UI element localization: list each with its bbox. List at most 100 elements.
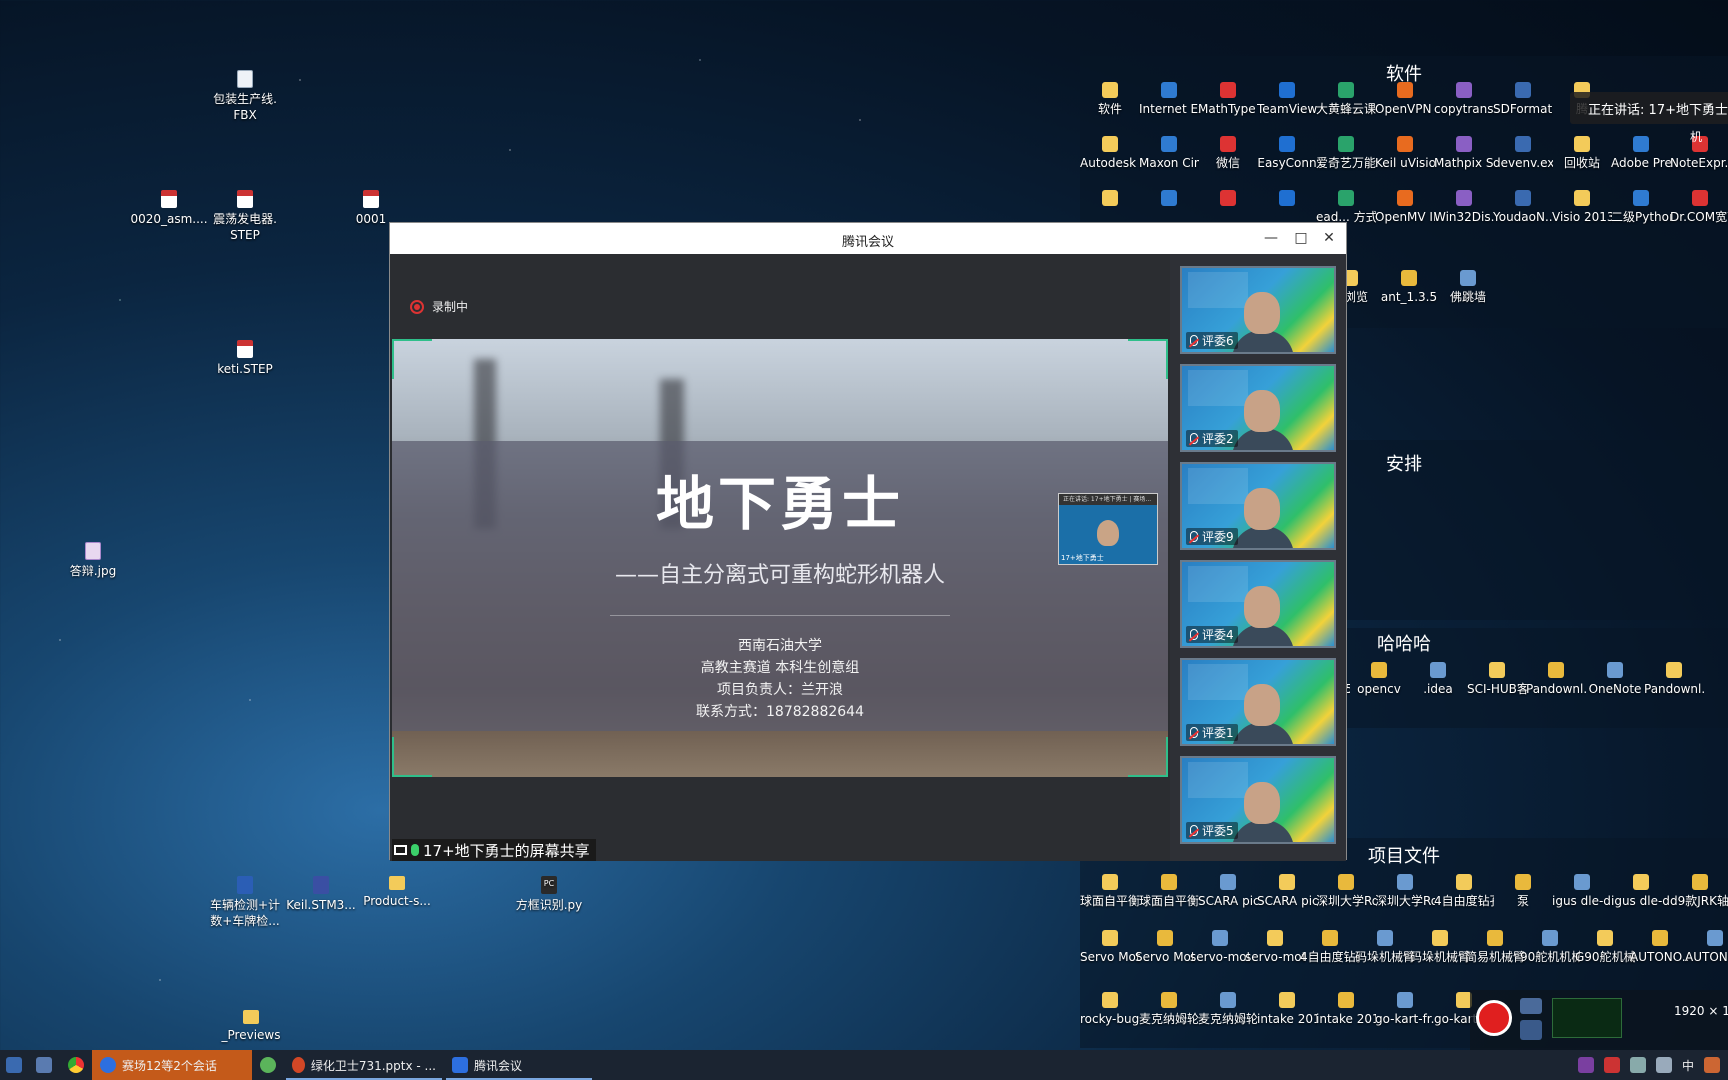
minimize-button[interactable]: — <box>1258 227 1284 249</box>
fence-icon[interactable]: AUTONO... ROBOT R... <box>1685 930 1728 965</box>
fence-icon[interactable]: Autodesk 桌面应用程序 <box>1080 136 1140 171</box>
fence-icon[interactable]: 简易机械臂结构3... <box>1465 930 1525 965</box>
fence-icon[interactable]: 软件 <box>1080 82 1140 117</box>
fence-icon[interactable] <box>1198 190 1258 209</box>
fence-icon[interactable]: 深圳大学RobotPilo... <box>1316 874 1376 909</box>
camera-icon[interactable] <box>1520 998 1542 1014</box>
fence-icon[interactable]: servo-mot... <box>1190 930 1250 965</box>
fence-icon[interactable]: 爱奇艺万能联播 <box>1316 136 1376 171</box>
fence-icon[interactable]: ant_1.3.5 <box>1379 270 1439 305</box>
desktop-icon-fbx[interactable]: 包装生产线. FBX <box>202 70 288 123</box>
fence-icon[interactable]: 深圳大学RobotPilo... <box>1375 874 1435 909</box>
fence-icon[interactable]: SDFormat... <box>1493 82 1553 117</box>
taskbar-item-powerpoint[interactable]: 绿化卫士731.pptx - ... <box>284 1050 444 1080</box>
fence-icon[interactable]: igus dle-dig 5kg三角机... <box>1552 874 1612 909</box>
fence-icon[interactable]: 球面自平衡机械人3D图... <box>1139 874 1199 909</box>
fence-icon[interactable]: 微信 <box>1198 136 1258 171</box>
fence-icon[interactable]: TeamViewer <box>1257 82 1317 117</box>
fence-icon[interactable]: rocky-bug UGV机器... <box>1080 992 1140 1027</box>
fence-icon[interactable]: 4自由度钻孔圆柱坐标机... <box>1434 874 1494 909</box>
taskbar-app[interactable] <box>28 1050 60 1080</box>
fence-icon[interactable]: 麦克纳姆轮动机构3D... <box>1198 992 1258 1027</box>
desktop-icon-keil[interactable]: Keil.STM3... <box>278 876 364 913</box>
fence-icon[interactable]: 大黄蜂云课堂播放器 <box>1316 82 1376 117</box>
fence-icon[interactable]: Mathpix Snippi... <box>1434 136 1494 171</box>
fence-icon[interactable]: Keil uVision5 <box>1375 136 1435 171</box>
fence-icon[interactable]: AUTONO... ROBOT R... <box>1630 930 1690 965</box>
participant-tile[interactable]: 评委4 <box>1180 560 1336 648</box>
fence-icon[interactable]: intake 2018 frc底盘脚... <box>1257 992 1317 1027</box>
desktop-icon-folder[interactable]: Product-s... <box>354 876 440 909</box>
fence-icon[interactable]: YoudaoN... <box>1493 190 1553 225</box>
fence-icon[interactable]: 90舵机机械臂结构3... <box>1520 930 1580 965</box>
fence-icon[interactable]: 码垛机械臂易结构3D... <box>1410 930 1470 965</box>
fence-icon[interactable]: Visio 2013 <box>1552 190 1612 225</box>
desktop-icon-step[interactable]: keti.STEP <box>202 340 288 377</box>
fence-icon[interactable]: 4自由度钻孔圆柱坐标机... <box>1300 930 1360 965</box>
fence-icon[interactable]: MathType - 快捷方式 <box>1198 82 1258 117</box>
fence-icon[interactable]: G90舵机械臂结构3... <box>1575 930 1635 965</box>
fence-icon[interactable]: opencv <box>1349 662 1409 697</box>
participant-tile[interactable]: 评委1 <box>1180 658 1336 746</box>
fence-icon[interactable]: copytransl... <box>1434 82 1494 117</box>
desktop-icon-step[interactable]: 0020_asm.... <box>126 190 212 227</box>
participant-tile[interactable]: 评委2 <box>1180 364 1336 452</box>
onenote-icon[interactable] <box>1577 1057 1594 1073</box>
fence-icon[interactable]: 回收站 <box>1552 136 1612 171</box>
fence-icon[interactable]: Pandownl... 稳定版8.1 <box>1526 662 1586 697</box>
maximize-button[interactable]: □ <box>1288 227 1314 249</box>
fence-icon[interactable]: servo-mot... <box>1245 930 1305 965</box>
desktop-icon-py[interactable]: PC 方框识别.py <box>506 876 592 913</box>
fence-icon[interactable]: 二级Python语言程序设... <box>1611 190 1671 225</box>
fence-icon[interactable]: Internet Explorer <box>1139 82 1199 117</box>
fence-icon[interactable]: Servo Motor舵... <box>1080 930 1140 965</box>
taskbar-chrome[interactable] <box>60 1050 92 1080</box>
desktop-icon-image[interactable]: 答辩.jpg <box>50 542 136 579</box>
fence-icon[interactable]: OneNote <box>1585 662 1645 697</box>
fence-icon[interactable]: 球面自平衡机械人3D图... <box>1080 874 1140 909</box>
fence-icon[interactable]: Win32Dis... <box>1434 190 1494 225</box>
fence-icon[interactable]: OpenVPN 2.3.4 <box>1375 82 1435 117</box>
taskbar-item-meeting-sessions[interactable]: 赛场12等2个会话 <box>92 1050 252 1080</box>
fence-icon[interactable] <box>1139 190 1199 209</box>
fence-icon[interactable]: devenv.exe - 快捷方式 <box>1493 136 1553 171</box>
fence-icon[interactable]: OpenMV IDE <box>1375 190 1435 225</box>
close-button[interactable]: ✕ <box>1316 227 1342 249</box>
notification-icon[interactable] <box>1704 1057 1720 1073</box>
fence-icon[interactable]: Adobe Premie... <box>1611 136 1671 171</box>
fence-icon[interactable]: go-kart-fr... <box>1375 992 1435 1027</box>
pause-icon[interactable] <box>1520 1020 1542 1040</box>
fence-icon[interactable]: ead... 方式 <box>1316 190 1376 225</box>
fence-icon[interactable]: 码垛机械臂易结构3D... <box>1355 930 1415 965</box>
fence-icon[interactable] <box>1080 190 1140 209</box>
fence-icon[interactable]: Pandownl... 更新[微信... <box>1644 662 1704 697</box>
fence-icon[interactable]: intake 2018 frc底盘脚... <box>1316 992 1376 1027</box>
recording-indicator[interactable]: 录制中 <box>410 298 468 315</box>
window-titlebar[interactable]: 腾讯会议 — □ ✕ <box>390 223 1346 254</box>
fence-icon[interactable]: 佛跳墙 <box>1438 270 1498 305</box>
fence-icon[interactable]: .idea <box>1408 662 1468 697</box>
fence-icon[interactable]: Dr.COM宽带认证客户端 <box>1670 190 1728 225</box>
fence-icon[interactable]: Servo Motor舵... <box>1135 930 1195 965</box>
volume-icon[interactable] <box>1655 1057 1672 1073</box>
fence-icon[interactable]: EasyConn <box>1257 136 1317 171</box>
ime-indicator[interactable]: 中 <box>1682 1057 1694 1074</box>
participant-tile[interactable]: 评委6 <box>1180 266 1336 354</box>
fence-icon[interactable]: 麦克纳姆轮动机构3D... <box>1139 992 1199 1027</box>
participant-tile[interactable]: 评委5 <box>1180 756 1336 844</box>
network-icon[interactable] <box>1629 1057 1646 1073</box>
start-button[interactable] <box>0 1050 28 1080</box>
tray-icon[interactable] <box>1603 1057 1620 1073</box>
taskbar-item-tencent-meeting[interactable]: 腾讯会议 <box>444 1050 594 1080</box>
fence-icon[interactable]: SCARA pick and place... <box>1257 874 1317 909</box>
fence-icon[interactable]: igus dle-dig 5kg三角机... <box>1611 874 1671 909</box>
fence-icon[interactable] <box>1257 190 1317 209</box>
fence-icon[interactable]: d9款JRK轴承模型3D图... <box>1670 874 1728 909</box>
desktop-icon-folder[interactable]: _Previews <box>208 1010 294 1043</box>
fence-icon[interactable]: SCARA pick and place... <box>1198 874 1258 909</box>
fence-icon[interactable]: 泵 <box>1493 874 1553 909</box>
fence-icon[interactable]: Maxon Cinema 4... <box>1139 136 1199 171</box>
desktop-icon-step[interactable]: 震荡发电器. STEP <box>202 190 288 243</box>
participant-tile[interactable]: 评委9 <box>1180 462 1336 550</box>
fence-icon[interactable]: SCI-HUB客户端（文献... <box>1467 662 1527 697</box>
